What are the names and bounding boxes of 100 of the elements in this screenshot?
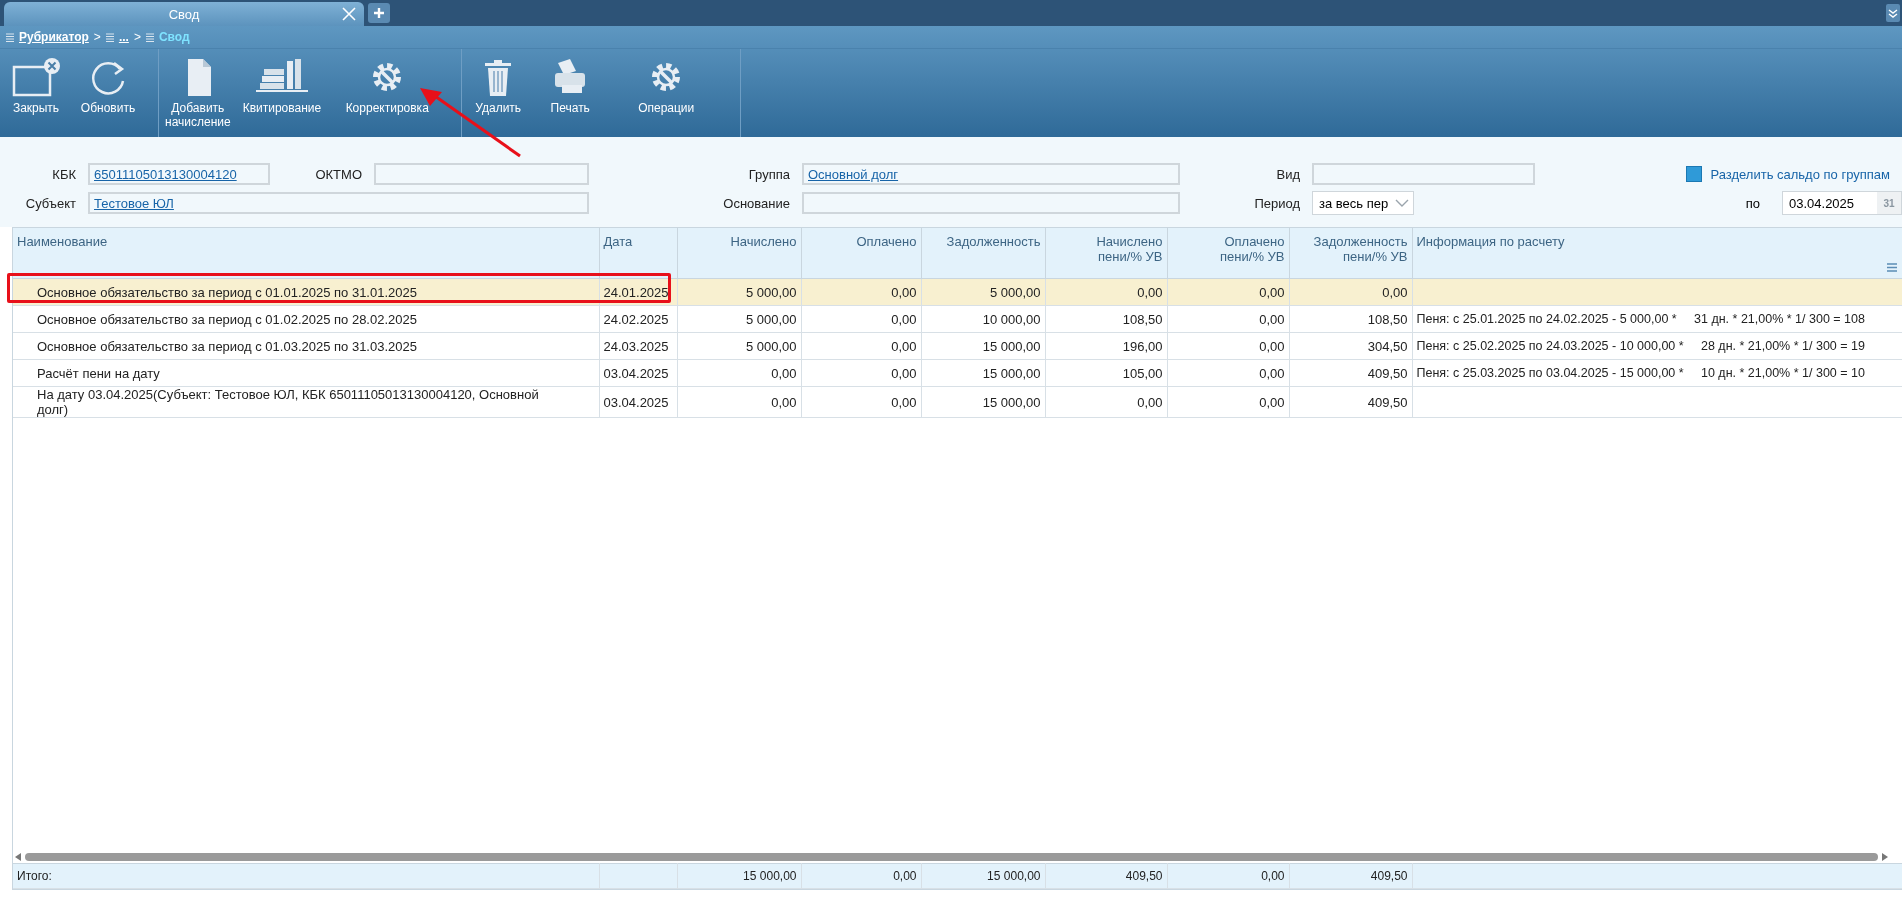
table-cell: 0,00 — [1289, 278, 1412, 306]
table-cell: 0,00 — [801, 332, 921, 360]
scroll-right-icon[interactable] — [1882, 853, 1888, 861]
period-dropdown[interactable]: за весь пер — [1312, 191, 1414, 215]
toolbar-button[interactable]: Закрыть — [0, 49, 72, 137]
table-cell: Пеня: с 25.03.2025 по 03.04.2025 - 15 000,00 * 10 дн. * 21,00% * 1/ 300 = 10 — [1412, 359, 1902, 387]
table-cell: На дату 03.04.2025(Субъект: Тестовое ЮЛ, КБК 65011105013130004120, Основной долг) — [13, 386, 599, 418]
kind-field[interactable] — [1312, 163, 1535, 185]
table-cell: Основное обязательство за период с 01.03.2025 по 31.03.2025 — [13, 332, 599, 360]
table-cell: 0,00 — [677, 386, 801, 418]
column-header[interactable]: Оплачено — [801, 228, 921, 279]
breadcrumb-separator: > — [93, 30, 101, 44]
table-cell: 15 000,00 — [921, 359, 1045, 387]
oktmo-field[interactable] — [374, 163, 589, 185]
totals-label: Итого: — [13, 863, 599, 889]
table-cell: 0,00 — [1167, 332, 1289, 360]
table-cell: 108,50 — [1045, 305, 1167, 333]
table-cell: 5 000,00 — [921, 278, 1045, 306]
subject-label: Субъект — [24, 195, 76, 211]
list-icon — [145, 32, 154, 42]
column-header[interactable]: Дата — [599, 228, 677, 279]
table-cell: Расчёт пени на дату — [13, 359, 599, 387]
scroll-left-icon[interactable] — [15, 853, 21, 861]
column-header[interactable]: Оплачено пени/% УВ — [1167, 228, 1289, 279]
table-cell: 0,00 — [1167, 386, 1289, 418]
breadcrumb-link[interactable]: ... — [118, 30, 129, 44]
close-window-icon — [10, 57, 62, 97]
toolbar-button[interactable]: Обновить — [72, 49, 144, 137]
table-cell: 03.04.2025 — [599, 359, 677, 387]
column-header[interactable]: Задолженность — [921, 228, 1045, 279]
expand-button[interactable] — [1886, 4, 1900, 22]
table-cell: 0,00 — [801, 386, 921, 418]
basis-label: Основание — [722, 195, 790, 211]
table-cell: 0,00 — [801, 305, 921, 333]
kbk-field[interactable]: 65011105013130004120 — [88, 163, 270, 185]
list-icon — [6, 32, 14, 42]
group-link[interactable]: Основной долг — [808, 166, 899, 182]
toolbar-button[interactable]: Печать — [534, 49, 607, 137]
toolbar-button[interactable]: Квитирование — [236, 49, 328, 137]
table-cell: 0,00 — [801, 278, 921, 306]
column-header[interactable]: Информация по расчету — [1412, 228, 1902, 279]
total-cell: 0,00 — [801, 863, 921, 889]
date-to-label: по — [1745, 195, 1760, 211]
menu-icon[interactable] — [1886, 263, 1897, 272]
kind-label: Вид — [1275, 166, 1300, 182]
table-cell: 0,00 — [677, 359, 801, 387]
toolbar-button[interactable]: Добавить начисление — [159, 49, 237, 137]
chevron-down-icon — [1395, 199, 1409, 207]
group-label: Группа — [747, 166, 790, 182]
new-tab-button[interactable] — [368, 3, 390, 23]
toolbar-button[interactable]: Удалить — [462, 49, 535, 137]
table-cell: 15 000,00 — [921, 386, 1045, 418]
table-cell: 24.03.2025 — [599, 332, 677, 360]
kbk-label: КБК — [51, 166, 76, 182]
period-label: Период — [1253, 195, 1300, 211]
chevron-down-icon — [1888, 8, 1898, 18]
subject-link[interactable]: Тестовое ЮЛ — [94, 195, 174, 211]
basis-field[interactable] — [802, 192, 1180, 214]
scrollbar-thumb[interactable] — [25, 853, 1878, 861]
total-cell: 409,50 — [1045, 863, 1167, 889]
total-cell: 0,00 — [1167, 863, 1289, 889]
table-cell: 03.04.2025 — [599, 386, 677, 418]
table-cell: 0,00 — [1045, 278, 1167, 306]
breadcrumb-separator: > — [133, 30, 141, 44]
kbk-link[interactable]: 65011105013130004120 — [94, 166, 237, 182]
total-cell: 409,50 — [1289, 863, 1412, 889]
column-header[interactable]: Начислено пени/% УВ — [1045, 228, 1167, 279]
table-cell: 10 000,00 — [921, 305, 1045, 333]
column-header[interactable]: Наименование — [13, 228, 599, 279]
table-cell: 108,50 — [1289, 305, 1412, 333]
column-header[interactable]: Начислено — [677, 228, 801, 279]
close-icon[interactable] — [342, 7, 356, 21]
table-cell: 15 000,00 — [921, 332, 1045, 360]
table-cell: 0,00 — [1167, 359, 1289, 387]
total-cell: 15 000,00 — [677, 863, 801, 889]
table-cell: Основное обязательство за период с 01.02.2025 по 28.02.2025 — [13, 305, 599, 333]
table-cell: 409,50 — [1289, 386, 1412, 418]
date-field[interactable]: 03.04.2025 31 — [1782, 191, 1902, 215]
table-cell: 0,00 — [801, 359, 921, 387]
split-by-groups-checkbox[interactable]: Разделить сальдо по группам — [1686, 166, 1890, 182]
table-cell: Пеня: с 25.01.2025 по 24.02.2025 - 5 000,00 * 31 дн. * 21,00% * 1/ 300 = 108 — [1412, 305, 1902, 333]
table-cell: 409,50 — [1289, 359, 1412, 387]
table-cell: 196,00 — [1045, 332, 1167, 360]
plus-icon — [373, 7, 385, 19]
table-cell: 5 000,00 — [677, 278, 801, 306]
table-cell: 0,00 — [1045, 386, 1167, 418]
subject-field[interactable]: Тестовое ЮЛ — [88, 192, 589, 214]
column-header[interactable]: Задолженность пени/% УВ — [1289, 228, 1412, 279]
table-cell: 105,00 — [1045, 359, 1167, 387]
table-cell: 5 000,00 — [677, 305, 801, 333]
toolbar-button[interactable]: Операции — [606, 49, 727, 137]
table-cell: Пеня: с 25.02.2025 по 24.03.2025 - 10 000,00 * 28 дн. * 21,00% * 1/ 300 = 19 — [1412, 332, 1902, 360]
breadcrumb-link[interactable]: Рубрикатор — [19, 30, 89, 44]
table-cell: 0,00 — [1167, 305, 1289, 333]
table-cell: 5 000,00 — [677, 332, 801, 360]
group-field[interactable]: Основной долг — [802, 163, 1180, 185]
list-icon — [105, 32, 114, 42]
table-cell: 304,50 — [1289, 332, 1412, 360]
document-tab[interactable]: Свод — [4, 2, 364, 26]
toolbar-button[interactable]: Корректировка — [327, 49, 448, 137]
